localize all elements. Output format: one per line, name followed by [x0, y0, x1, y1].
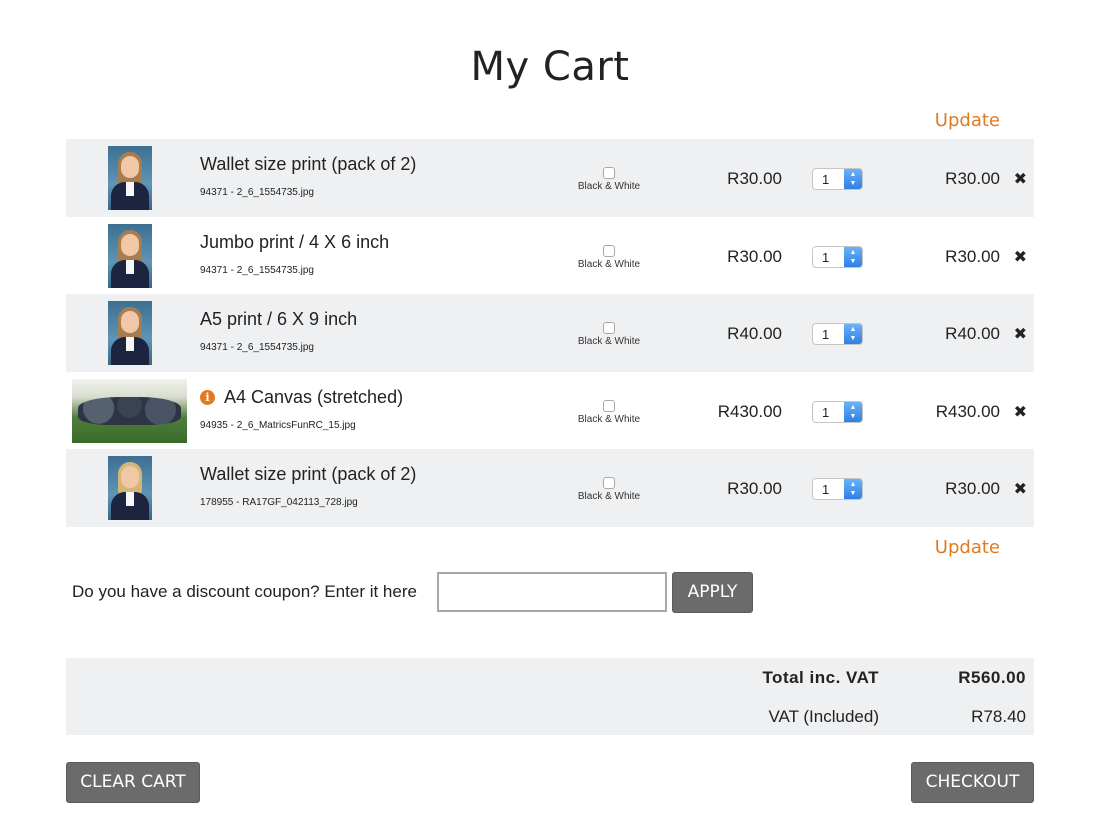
quantity-value: 1 — [822, 482, 830, 497]
item-name: Wallet size print (pack of 2) — [200, 464, 417, 484]
item-price: R30.00 — [727, 479, 782, 498]
remove-item-icon[interactable]: ✖ — [1014, 247, 1027, 267]
item-line-total: R30.00 — [945, 169, 1000, 188]
spin-arrows-icon[interactable]: ▲ ▼ — [844, 479, 862, 499]
item-thumbnail — [108, 456, 152, 520]
update-link-bottom[interactable]: Update — [935, 537, 1000, 558]
item-name: A5 print / 6 X 9 inch — [200, 309, 358, 329]
item-price: R30.00 — [727, 169, 782, 188]
vat-value: R78.40 — [971, 707, 1026, 726]
checkout-button[interactable]: CHECKOUT — [911, 762, 1034, 803]
item-file: 178955 - RA17GF_042113_728.jpg — [200, 497, 358, 508]
cart-row: i A4 Canvas (stretched) 94935 - 2_6_Matr… — [66, 372, 1034, 450]
black-white-label: Black & White — [577, 181, 641, 192]
item-line-total: R40.00 — [945, 324, 1000, 343]
info-icon[interactable]: i — [200, 389, 215, 405]
totals-panel: Total inc. VAT R560.00 VAT (Included) R7… — [66, 658, 1034, 735]
remove-item-icon[interactable]: ✖ — [1014, 402, 1027, 422]
total-value: R560.00 — [958, 668, 1026, 687]
total-label: Total inc. VAT — [762, 668, 879, 687]
quantity-value: 1 — [822, 249, 830, 265]
item-thumbnail — [108, 301, 152, 365]
item-name: A4 Canvas (stretched) — [224, 386, 404, 407]
item-file: 94371 - 2_6_1554735.jpg — [200, 187, 314, 198]
item-name: Jumbo print / 4 X 6 inch — [200, 231, 390, 252]
quantity-stepper[interactable]: 1 ▲ ▼ — [812, 323, 863, 345]
coupon-input[interactable] — [437, 572, 667, 612]
item-price: R40.00 — [727, 324, 782, 343]
coupon-label: Do you have a discount coupon? Enter it … — [72, 582, 417, 601]
item-thumbnail — [72, 378, 187, 443]
quantity-stepper[interactable]: 1 ▲ ▼ — [812, 478, 863, 500]
black-white-option: Black & White — [574, 167, 644, 192]
black-white-checkbox[interactable] — [603, 167, 615, 179]
black-white-option: Black & White — [574, 399, 644, 425]
black-white-checkbox[interactable] — [603, 322, 615, 334]
remove-item-icon[interactable]: ✖ — [1014, 479, 1027, 499]
spin-arrows-icon[interactable]: ▲ ▼ — [844, 169, 862, 189]
black-white-label: Black & White — [577, 491, 641, 502]
item-line-total: R30.00 — [945, 479, 1000, 498]
cart-list: Wallet size print (pack of 2) 94371 - 2_… — [66, 139, 1034, 527]
black-white-label: Black & White — [577, 413, 641, 425]
vat-label: VAT (Included) — [768, 707, 879, 726]
item-name: Wallet size print (pack of 2) — [200, 154, 417, 174]
item-price: R30.00 — [727, 246, 782, 266]
item-file: 94935 - 2_6_MatricsFunRC_15.jpg — [200, 419, 356, 431]
item-price: R430.00 — [717, 401, 782, 421]
quantity-value: 1 — [822, 327, 830, 342]
item-line-total: R430.00 — [935, 401, 1000, 421]
cart-row: Jumbo print / 4 X 6 inch 94371 - 2_6_155… — [66, 217, 1034, 295]
black-white-label: Black & White — [577, 258, 641, 270]
quantity-value: 1 — [822, 172, 830, 187]
black-white-checkbox[interactable] — [603, 399, 615, 412]
cart-row: A5 print / 6 X 9 inch 94371 - 2_6_155473… — [66, 294, 1034, 372]
black-white-option: Black & White — [574, 477, 644, 502]
item-line-total: R30.00 — [945, 246, 1000, 266]
item-file: 94371 - 2_6_1554735.jpg — [200, 264, 314, 276]
black-white-option: Black & White — [574, 244, 644, 270]
black-white-checkbox[interactable] — [603, 477, 615, 489]
quantity-stepper[interactable]: 1 ▲ ▼ — [812, 168, 863, 190]
quantity-stepper[interactable]: 1 ▲ ▼ — [812, 400, 863, 423]
black-white-option: Black & White — [574, 322, 644, 347]
item-thumbnail — [108, 146, 152, 210]
page-title: My Cart — [470, 44, 630, 90]
item-file: 94371 - 2_6_1554735.jpg — [200, 342, 314, 353]
cart-row: Wallet size print (pack of 2) 94371 - 2_… — [66, 139, 1034, 217]
clear-cart-button[interactable]: CLEAR CART — [66, 762, 200, 803]
remove-item-icon[interactable]: ✖ — [1014, 324, 1027, 344]
apply-coupon-button[interactable]: APPLY — [672, 572, 753, 613]
black-white-checkbox[interactable] — [603, 244, 615, 257]
spin-arrows-icon[interactable]: ▲ ▼ — [844, 324, 862, 344]
quantity-value: 1 — [822, 404, 830, 420]
remove-item-icon[interactable]: ✖ — [1014, 169, 1027, 189]
update-link-top[interactable]: Update — [935, 110, 1000, 131]
spin-arrows-icon[interactable]: ▲ ▼ — [844, 246, 862, 267]
item-thumbnail — [108, 223, 152, 288]
spin-arrows-icon[interactable]: ▲ ▼ — [844, 401, 862, 422]
cart-row: Wallet size print (pack of 2) 178955 - R… — [66, 449, 1034, 527]
quantity-stepper[interactable]: 1 ▲ ▼ — [812, 245, 863, 268]
black-white-label: Black & White — [577, 336, 641, 347]
